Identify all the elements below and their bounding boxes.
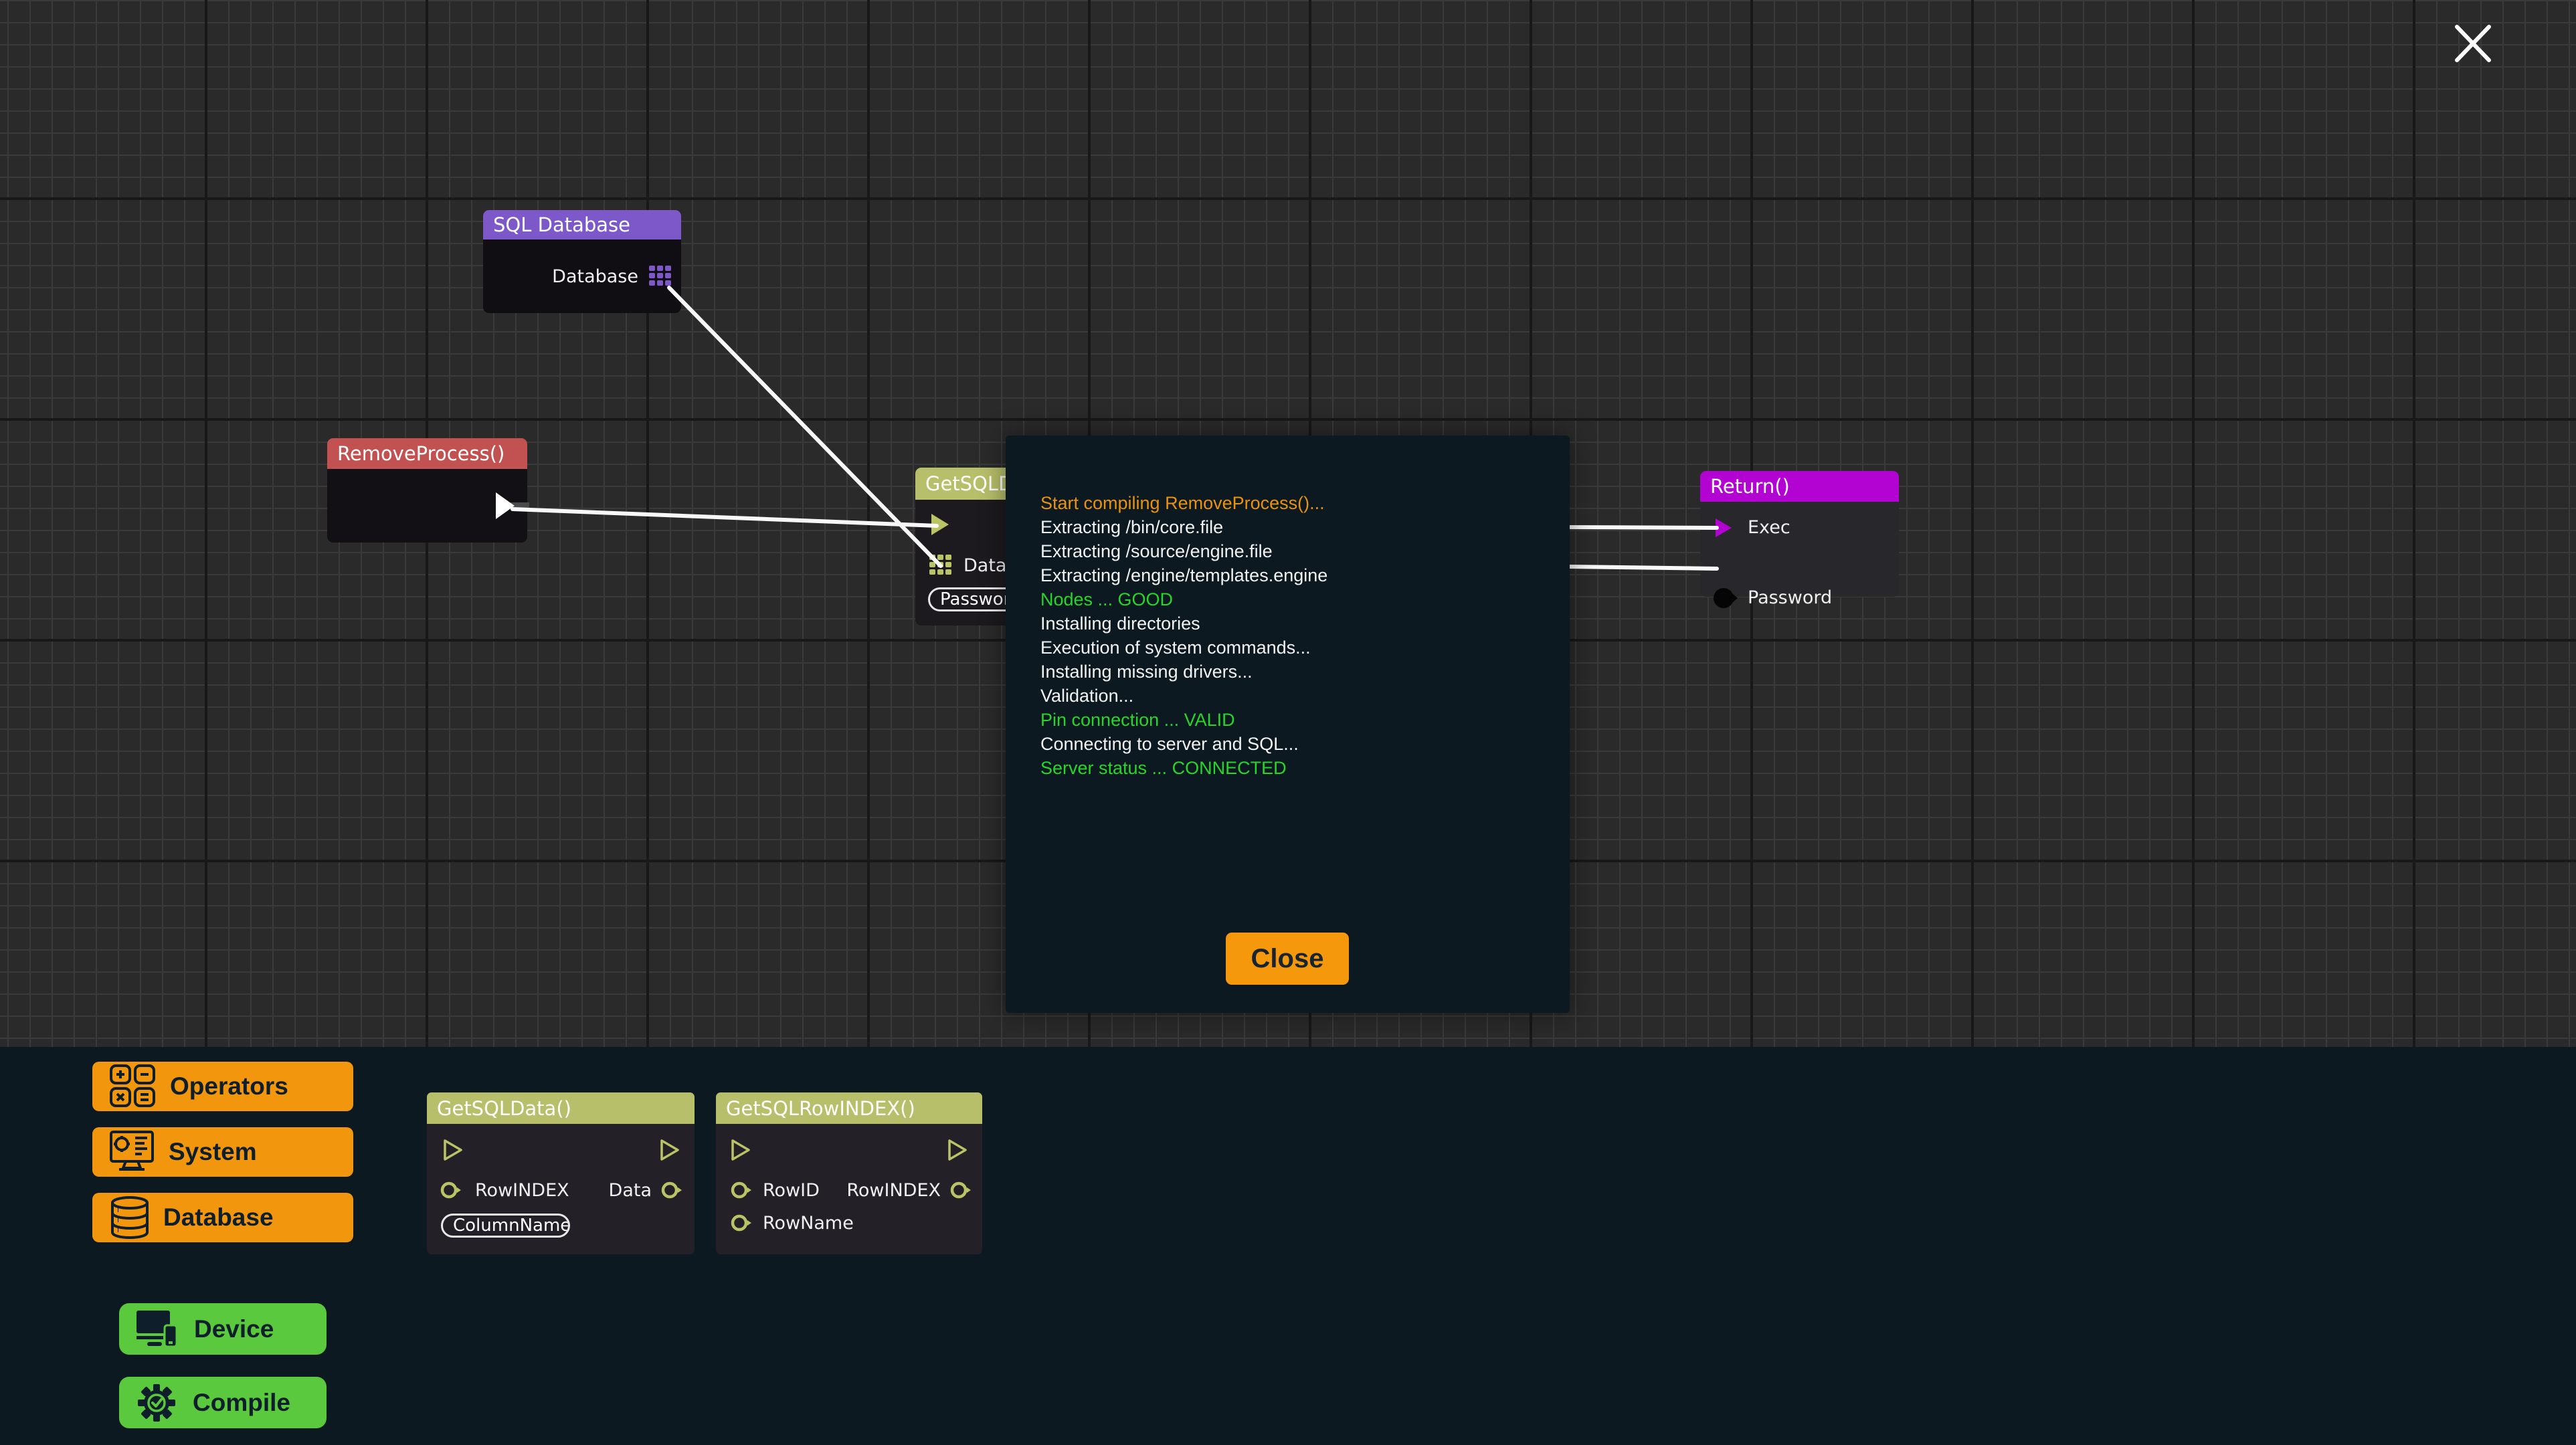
pin-label-rowindex: RowINDEX <box>475 1180 569 1201</box>
close-button[interactable]: Close <box>1226 933 1349 985</box>
node-body: RowINDEX Data <box>427 1124 695 1254</box>
node-title: RemoveProcess() <box>337 442 504 465</box>
columnname-input[interactable] <box>441 1214 570 1238</box>
node-remove-process[interactable]: RemoveProcess() <box>327 438 527 543</box>
log-line: Nodes ... GOOD <box>1040 587 1327 611</box>
close-icon[interactable] <box>2454 24 2492 63</box>
node-title: GetSQLRowINDEX() <box>726 1097 915 1120</box>
data-output-pin-icon[interactable] <box>661 1181 684 1199</box>
database-grid-pin-icon[interactable] <box>649 266 672 287</box>
action-label: Device <box>194 1315 274 1343</box>
node-title: SQL Database <box>493 213 630 236</box>
system-icon <box>110 1131 155 1173</box>
category-operators-button[interactable]: Operators <box>92 1062 353 1111</box>
node-body <box>327 469 527 543</box>
data-output-pin-icon[interactable] <box>950 1181 973 1199</box>
exec-input-pin-icon[interactable] <box>731 1139 751 1161</box>
category-database-button[interactable]: Database <box>92 1193 353 1242</box>
node-header: GetSQLData() <box>427 1092 695 1124</box>
pin-label-rowid: RowID <box>763 1180 820 1201</box>
log-line: Validation... <box>1040 684 1327 708</box>
palette-panel: Operators System <box>0 1047 2576 1445</box>
node-return[interactable]: Return() Exec Password <box>1700 471 1899 597</box>
node-body: Exec Password <box>1700 502 1899 597</box>
exec-input-pin-icon[interactable] <box>443 1139 463 1161</box>
exec-output-pin-icon[interactable] <box>947 1139 968 1161</box>
node-title: Return() <box>1710 475 1790 498</box>
exec-output-pin-icon[interactable] <box>494 491 529 520</box>
node-header: GetSQLRowINDEX() <box>716 1092 982 1124</box>
template-get-sql-data[interactable]: GetSQLData() RowINDEX Data <box>427 1092 695 1254</box>
log-line: Installing directories <box>1040 611 1327 636</box>
database-grid-pin-icon[interactable] <box>929 555 953 576</box>
node-body: RowID RowINDEX RowName <box>716 1124 982 1254</box>
data-input-pin-icon[interactable] <box>1713 587 1738 609</box>
compile-icon <box>136 1383 177 1423</box>
log-line: Server status ... CONNECTED <box>1040 756 1327 780</box>
device-button[interactable]: Device <box>119 1303 327 1355</box>
node-body: Database <box>483 239 681 313</box>
category-system-button[interactable]: System <box>92 1127 353 1177</box>
node-header: SQL Database <box>483 210 681 239</box>
category-label: Database <box>163 1203 274 1232</box>
compile-log-modal: Start compiling RemoveProcess()... Extra… <box>1006 436 1570 1013</box>
data-input-pin-icon[interactable] <box>731 1214 753 1232</box>
pin-label-rowindex: RowINDEX <box>846 1180 941 1201</box>
log-line: Extracting /bin/core.file <box>1040 515 1327 539</box>
exec-input-pin-icon[interactable] <box>1714 517 1733 539</box>
database-icon <box>110 1195 150 1240</box>
node-title: GetSQLData() <box>437 1097 571 1120</box>
node-header: Return() <box>1700 471 1899 502</box>
category-label: Operators <box>170 1072 288 1100</box>
data-input-pin-icon[interactable] <box>731 1181 753 1199</box>
pin-label-data: Data <box>609 1180 652 1201</box>
exec-output-pin-icon[interactable] <box>660 1139 680 1161</box>
compile-button[interactable]: Compile <box>119 1377 327 1428</box>
wire-getsql-to-return-password <box>1569 567 1717 569</box>
wire-getsql-to-return-exec <box>1569 527 1717 528</box>
data-input-pin-icon[interactable] <box>440 1181 463 1199</box>
log-line: Extracting /source/engine.file <box>1040 539 1327 563</box>
log-line: Installing missing drivers... <box>1040 660 1327 684</box>
exec-input-pin-icon[interactable] <box>930 512 950 537</box>
log-line: Start compiling RemoveProcess()... <box>1040 491 1327 515</box>
category-label: System <box>169 1138 257 1166</box>
action-label: Compile <box>193 1389 290 1417</box>
device-icon <box>136 1311 178 1348</box>
template-get-sql-row-index[interactable]: GetSQLRowINDEX() RowID RowINDEX <box>716 1092 982 1254</box>
pin-label-exec: Exec <box>1748 517 1790 538</box>
log-line: Extracting /engine/templates.engine <box>1040 563 1327 587</box>
log-line: Connecting to server and SQL... <box>1040 732 1327 756</box>
node-header: RemoveProcess() <box>327 438 527 469</box>
pin-label-rowname: RowName <box>763 1213 854 1234</box>
log-line: Pin connection ... VALID <box>1040 708 1327 732</box>
compile-log: Start compiling RemoveProcess()... Extra… <box>1040 491 1327 780</box>
operators-icon <box>110 1064 157 1109</box>
pin-label-password: Password <box>1748 587 1832 608</box>
wire-exec-to-getsql <box>513 509 937 526</box>
pin-label-database: Database <box>552 266 638 287</box>
log-line: Execution of system commands... <box>1040 636 1327 660</box>
blueprint-editor: SQL Database Database RemoveProcess() <box>0 0 2576 1445</box>
wire-database-to-getsql <box>669 288 941 566</box>
node-sql-database[interactable]: SQL Database Database <box>483 210 681 313</box>
